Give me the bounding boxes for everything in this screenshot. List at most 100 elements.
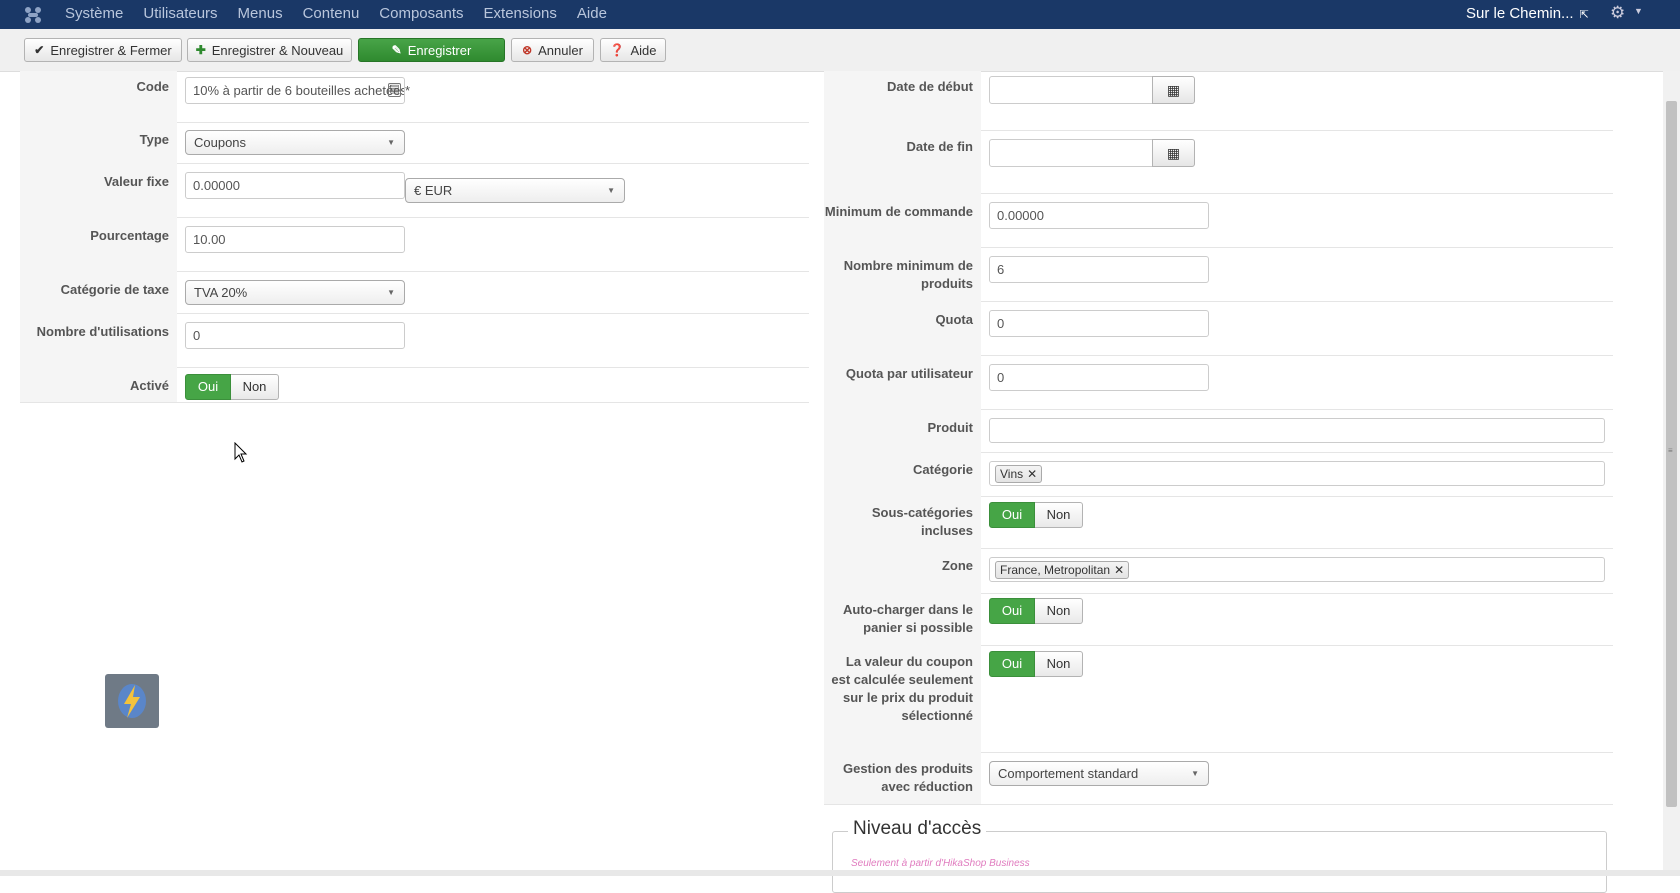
help-label: Aide — [630, 42, 657, 58]
currency-select[interactable]: € EUR ▼ — [405, 178, 625, 203]
edit-icon: ✎ — [391, 43, 402, 57]
menu-item-composants[interactable]: Composants — [379, 0, 463, 29]
subcategories-label: Sous-catégories incluses — [824, 496, 981, 548]
zone-tag: France, Metropolitan ✕ — [995, 561, 1130, 579]
discounted-products-label: Gestion des produits avec réduction — [824, 752, 981, 804]
percentage-label: Pourcentage — [20, 217, 177, 271]
save-button[interactable]: ✎ Enregistrer — [358, 38, 505, 62]
coupon-value-toggle: Oui Non — [989, 651, 1083, 677]
lightning-bolt-icon — [118, 684, 146, 718]
subcategories-no-button[interactable]: Non — [1035, 502, 1083, 528]
gear-icon[interactable]: ⚙ — [1610, 3, 1625, 23]
fixed-value-input[interactable]: 0.00000 — [185, 172, 405, 199]
end-date-input[interactable] — [989, 139, 1153, 167]
code-input[interactable]: 10% à partir de 6 bouteilles achetées — [185, 77, 405, 104]
quota-label: Quota — [824, 301, 981, 355]
tax-category-label: Catégorie de taxe — [20, 271, 177, 313]
row-discounted-products: Gestion des produits avec réduction — [824, 752, 1613, 805]
category-tag-input[interactable] — [989, 461, 1605, 486]
row-min-products: Nombre minimum de produits — [824, 247, 1613, 302]
dropdown-arrow-icon: ▼ — [607, 186, 615, 195]
start-date-calendar-button[interactable]: ▦ — [1152, 76, 1195, 104]
menu-item-utilisateurs[interactable]: Utilisateurs — [143, 0, 217, 29]
fixed-value-label: Valeur fixe — [20, 163, 177, 217]
active-yes-button[interactable]: Oui — [185, 374, 231, 400]
row-start-date: Date de début — [824, 71, 1613, 131]
coupon-value-label: La valeur du coupon est calculée seuleme… — [824, 645, 981, 752]
coupon-value-yes-button[interactable]: Oui — [989, 651, 1035, 677]
active-toggle: Oui Non — [185, 374, 279, 400]
autoload-label: Auto-charger dans le panier si possible — [824, 593, 981, 645]
autoload-yes-button[interactable]: Oui — [989, 598, 1035, 624]
menu-item-extensions[interactable]: Extensions — [484, 0, 557, 29]
menu-item-contenu[interactable]: Contenu — [303, 0, 360, 29]
discounted-products-value: Comportement standard — [998, 766, 1139, 781]
product-label: Produit — [824, 409, 981, 452]
row-quota: Quota — [824, 301, 1613, 356]
coupon-value-no-button[interactable]: Non — [1035, 651, 1083, 677]
external-link-icon: ⇱ — [1579, 9, 1589, 21]
page-scrollbar[interactable]: ≡ — [1663, 71, 1680, 876]
access-level-legend: Niveau d'accès — [848, 818, 987, 840]
type-value: Coupons — [194, 135, 247, 150]
menu-item-aide[interactable]: Aide — [577, 0, 607, 29]
remove-tag-icon[interactable]: ✕ — [1114, 563, 1124, 577]
autoload-no-button[interactable]: Non — [1035, 598, 1083, 624]
row-code: Code — [20, 71, 809, 123]
row-percentage: Pourcentage — [20, 217, 809, 272]
menu-item-systeme[interactable]: Système — [65, 0, 123, 29]
type-label: Type — [20, 122, 177, 163]
cancel-icon: ⊗ — [522, 43, 533, 57]
main-menu: Système Utilisateurs Menus Contenu Compo… — [65, 0, 627, 29]
active-no-button[interactable]: Non — [231, 374, 279, 400]
row-subcategories: Sous-catégories incluses — [824, 496, 1613, 549]
site-link[interactable]: Sur le Chemin... ⇱ — [1466, 0, 1589, 29]
mouse-cursor-icon — [234, 442, 248, 463]
top-navbar: Système Utilisateurs Menus Contenu Compo… — [0, 0, 1680, 29]
cancel-label: Annuler — [538, 42, 583, 58]
uses-input[interactable]: 0 — [185, 322, 405, 349]
help-button[interactable]: ❓ Aide — [600, 38, 666, 62]
type-select[interactable]: Coupons ▼ — [185, 130, 405, 155]
row-type: Type — [20, 122, 809, 164]
percentage-input[interactable]: 10.00 — [185, 226, 405, 253]
chevron-down-icon[interactable]: ▼ — [1634, 6, 1643, 16]
zone-tag-label: France, Metropolitan — [1000, 563, 1111, 577]
min-order-input[interactable]: 0.00000 — [989, 202, 1209, 229]
save-close-button[interactable]: ✔ Enregistrer & Fermer — [24, 38, 182, 62]
quota-user-input[interactable]: 0 — [989, 364, 1209, 391]
start-date-label: Date de début — [824, 71, 981, 130]
uses-label: Nombre d'utilisations — [20, 313, 177, 367]
min-products-input[interactable]: 6 — [989, 256, 1209, 283]
start-date-input[interactable] — [989, 76, 1153, 104]
menu-item-menus[interactable]: Menus — [238, 0, 283, 29]
row-uses: Nombre d'utilisations — [20, 313, 809, 368]
plus-icon: ✚ — [195, 43, 206, 57]
product-input[interactable] — [989, 418, 1605, 443]
cancel-button[interactable]: ⊗ Annuler — [511, 38, 594, 62]
save-new-label: Enregistrer & Nouveau — [211, 42, 344, 58]
dropdown-arrow-icon: ▼ — [387, 288, 395, 297]
row-quota-user: Quota par utilisateur — [824, 355, 1613, 410]
row-min-order: Minimum de commande — [824, 193, 1613, 248]
category-tag: Vins ✕ — [995, 465, 1043, 483]
category-tag-label: Vins — [1000, 467, 1024, 481]
help-icon: ❓ — [609, 43, 625, 57]
discounted-products-select[interactable]: Comportement standard ▼ — [989, 761, 1209, 786]
save-new-button[interactable]: ✚ Enregistrer & Nouveau — [187, 38, 352, 62]
row-autoload: Auto-charger dans le panier si possible — [824, 593, 1613, 646]
remove-tag-icon[interactable]: ✕ — [1027, 467, 1037, 481]
tax-category-select[interactable]: TVA 20% ▼ — [185, 280, 405, 305]
toolbar: ✔ Enregistrer & Fermer ✚ Enregistrer & Nou… — [0, 29, 1680, 72]
subcategories-yes-button[interactable]: Oui — [989, 502, 1035, 528]
dropdown-arrow-icon: ▼ — [1191, 769, 1199, 778]
translate-icon[interactable]: ▤ — [388, 83, 401, 97]
row-tax-category: Catégorie de taxe — [20, 271, 809, 314]
autoload-toggle: Oui Non — [989, 598, 1083, 624]
access-level-note: Seulement à partir d'HikaShop Business — [851, 858, 1030, 869]
row-coupon-value: La valeur du coupon est calculée seuleme… — [824, 645, 1613, 753]
lightning-app-icon[interactable] — [105, 674, 159, 728]
quota-input[interactable]: 0 — [989, 310, 1209, 337]
joomla-logo-icon[interactable] — [23, 5, 43, 25]
end-date-calendar-button[interactable]: ▦ — [1152, 139, 1195, 167]
